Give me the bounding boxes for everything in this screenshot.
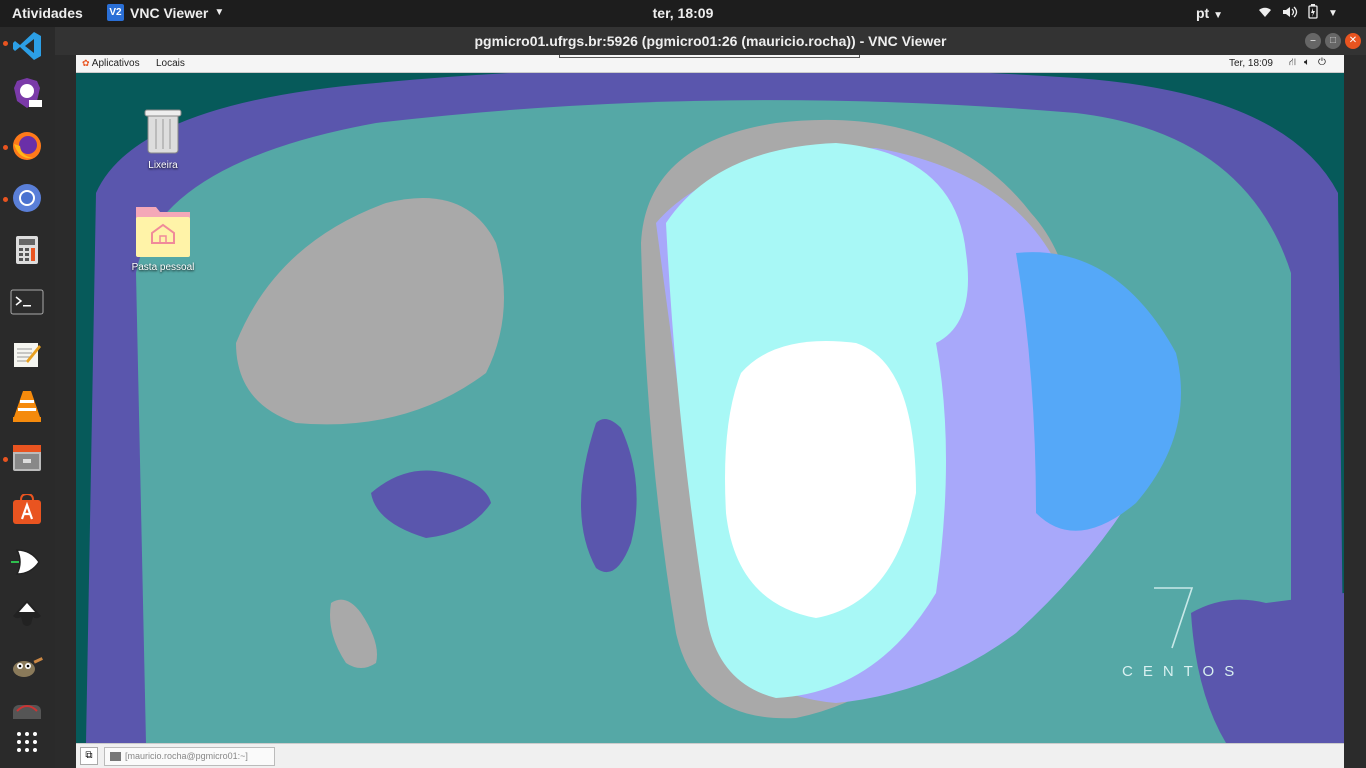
terminal-icon (110, 752, 121, 761)
maximize-button[interactable]: □ (1325, 33, 1341, 49)
app-menu[interactable]: V2 VNC Viewer ▼ (107, 4, 224, 21)
disk-icon[interactable] (8, 699, 46, 719)
trash-label: Lixeira (148, 160, 178, 171)
trash-desktop-icon[interactable]: Lixeira (123, 107, 203, 171)
gnome-foot-icon: ✿ (82, 58, 90, 68)
network-icon[interactable]: ⛙ (1289, 57, 1296, 70)
show-applications-icon[interactable] (8, 723, 46, 761)
centos-logo: CENTOS (1122, 585, 1256, 685)
vnc-toolbar-tab[interactable] (559, 55, 860, 58)
volume-icon[interactable]: 🔈︎ (1304, 57, 1310, 70)
remote-bottom-panel: ⧉ [mauricio.rocha@pgmicro01:~] (76, 743, 1344, 768)
clock[interactable]: ter, 18:09 (653, 5, 714, 21)
remote-desktop[interactable]: ✿ Aplicativos Locais Ter, 18:09 ⛙ 🔈︎ ⏻ L… (76, 55, 1344, 768)
places-menu[interactable]: Locais (156, 58, 185, 69)
applications-menu-label: Aplicativos (91, 58, 140, 69)
app-menu-label: VNC Viewer (130, 4, 209, 21)
wifi-icon (1258, 5, 1272, 21)
gnome-top-bar: Atividades V2 VNC Viewer ▼ ter, 18:09 pt… (0, 0, 1366, 27)
chevron-down-icon: ▼ (214, 7, 225, 18)
vnc-window-titlebar[interactable]: pgmicro01.ufrgs.br:5926 (pgmicro01:26 (m… (55, 27, 1366, 55)
close-button[interactable]: ✕ (1345, 33, 1361, 49)
gimp-icon[interactable] (8, 647, 46, 685)
files-icon[interactable] (8, 439, 46, 477)
language-indicator[interactable]: pt ▼ (1196, 5, 1223, 21)
vnc-viewer-icon: V2 (107, 4, 124, 21)
applications-menu[interactable]: ✿ Aplicativos (82, 58, 140, 69)
taskbar-terminal-item[interactable]: [mauricio.rocha@pgmicro01:~] (104, 747, 275, 766)
show-desktop-icon[interactable]: ⧉ (80, 747, 98, 765)
home-folder-label: Pasta pessoal (131, 262, 195, 273)
text-editor-icon[interactable] (8, 335, 46, 373)
window-title: pgmicro01.ufrgs.br:5926 (pgmicro01:26 (m… (474, 33, 947, 49)
volume-icon (1282, 5, 1298, 21)
battery-icon (1308, 4, 1318, 22)
vscode-icon[interactable] (8, 27, 46, 65)
brave-icon[interactable] (8, 74, 46, 112)
trash-icon (144, 109, 182, 154)
logisim-icon[interactable] (8, 543, 46, 581)
home-folder-icon (136, 207, 190, 257)
remote-clock[interactable]: Ter, 18:09 (1229, 58, 1273, 69)
ubuntu-dock (0, 27, 55, 768)
centos-seven-mark (1154, 587, 1194, 649)
software-center-icon[interactable] (8, 491, 46, 529)
vlc-icon[interactable] (8, 387, 46, 425)
terminal-icon[interactable] (8, 283, 46, 321)
taskbar-item-label: [mauricio.rocha@pgmicro01:~] (125, 751, 248, 761)
chromium-icon[interactable] (8, 179, 46, 217)
chevron-down-icon: ▼ (1213, 10, 1224, 21)
minimize-button[interactable]: – (1305, 33, 1321, 49)
system-menu[interactable]: ▼ (1258, 4, 1338, 22)
firefox-icon[interactable] (8, 127, 46, 165)
language-label: pt (1196, 5, 1210, 21)
chevron-down-icon: ▼ (1328, 7, 1338, 19)
centos-logo-text: CENTOS (1122, 663, 1245, 680)
inkscape-icon[interactable] (8, 595, 46, 633)
activities-button[interactable]: Atividades (12, 5, 83, 21)
power-icon[interactable]: ⏻ (1318, 57, 1326, 70)
home-folder-desktop-icon[interactable]: Pasta pessoal (123, 203, 203, 273)
calculator-icon[interactable] (8, 231, 46, 269)
